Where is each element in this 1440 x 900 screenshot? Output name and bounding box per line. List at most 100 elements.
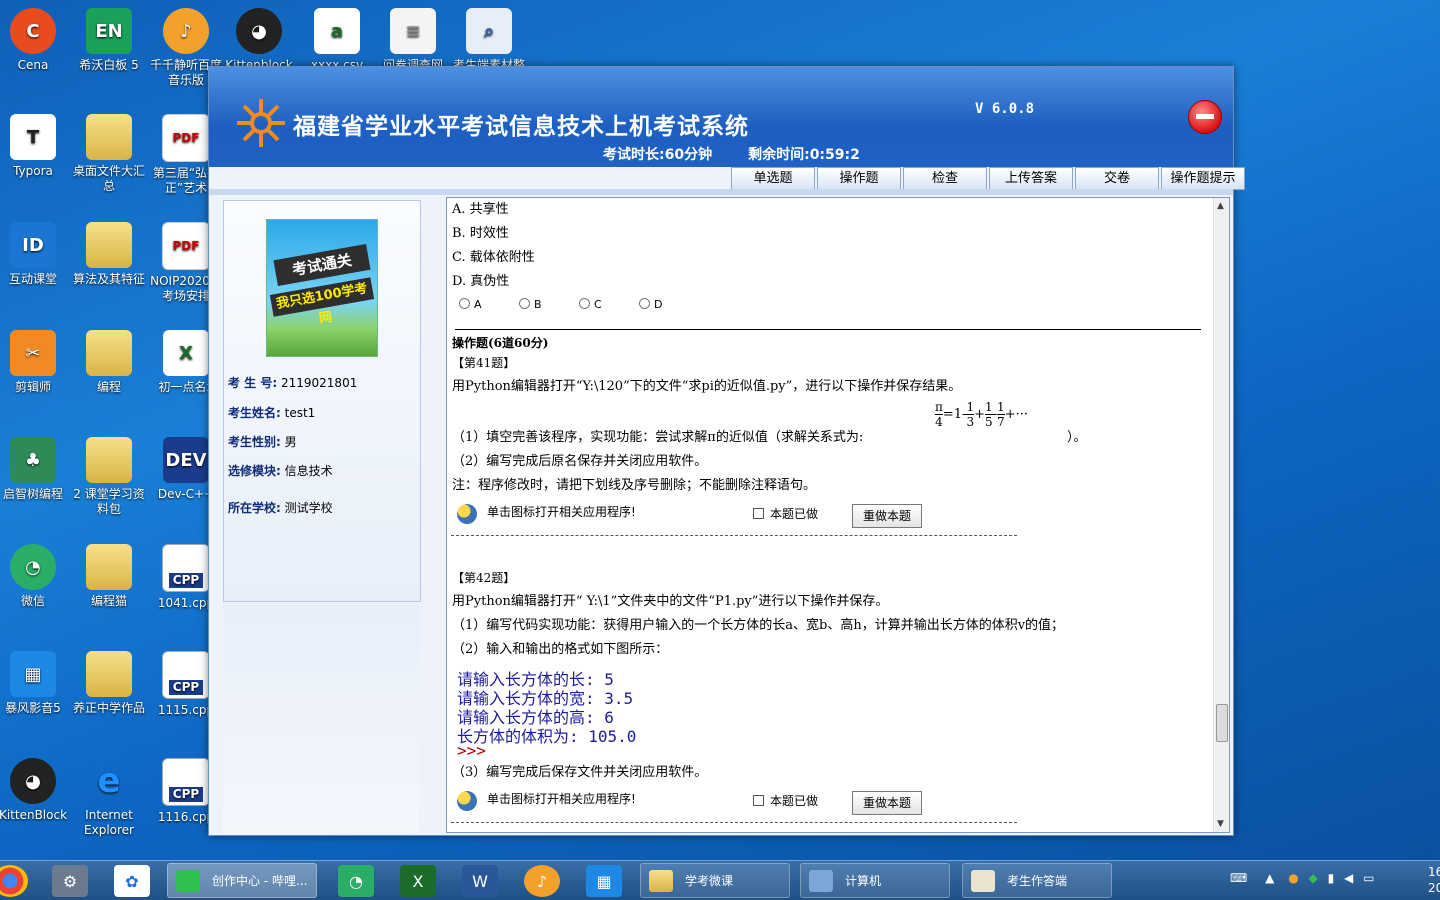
q41-redo-button[interactable]: 重做本题 [852,504,922,528]
desktop-icon-seewo[interactable]: EN 希沃白板 5 [70,8,148,73]
shield-icon[interactable]: ◆ [1309,871,1318,885]
student-id: 考 生 号: 2119021801 [228,376,358,390]
music-icon[interactable]: ♪ [524,865,560,897]
q42-done-checkbox[interactable]: 本题已做 [753,792,818,809]
section-title: 操作题(6道60分) [452,336,549,350]
scroll-up-icon[interactable]: ▲ [1217,201,1224,211]
desktop-icon-csv[interactable]: a xxxx.csv [298,8,376,73]
desktop-icon-editor[interactable]: ✂ 剪辑师 [0,330,72,395]
submit-paper-button[interactable]: 交卷 [1075,167,1159,190]
radio-c[interactable]: C [579,298,602,311]
q41-line2-end: ）。 [1067,430,1087,445]
monitor-icon[interactable]: ▭ [1363,871,1374,885]
q42-divider [451,822,1017,823]
wechat-icon: ◔ [10,544,56,590]
remaining-time: 剩余时间:0:59:2 [748,147,860,163]
exam-window: 福建省学业水平考试信息技术上机考试系统 V 6.0.8 考试时长:60分钟 剩余时… [208,66,1245,836]
q41-line2: （1）填空完善该程序，实现功能：尝试求解π的近似值（求解关系式为: [452,430,864,445]
desktop-icon-programming[interactable]: 编程 [70,330,148,395]
desktop-icon-algorithm[interactable]: 算法及其特征 [70,222,148,287]
desktop-icon-ie[interactable]: e Internet Explorer [70,758,148,838]
tray-app-icon[interactable]: ● [1288,871,1298,885]
task-folder[interactable]: 学考微课 [640,863,790,898]
utility-icon[interactable]: ⚙ [52,865,88,897]
open-app-link[interactable]: 单击图标打开相关应用程序! [487,790,636,807]
folder-icon [86,222,132,268]
q42-line1: 用Python编辑器打开“ Y:\1”文件夹中的文件“P1.py”进行以下操作并… [452,594,889,609]
dev-cpp-icon: DEV [163,437,209,483]
grid-icon: ▦ [10,651,56,697]
q42-redo-button[interactable]: 重做本题 [852,791,922,815]
version-label: V 6.0.8 [975,101,1035,117]
app-icon[interactable]: ✿ [114,865,150,897]
desktop-icon-codemao[interactable]: 编程猫 [70,544,148,609]
desktop-icon-folder-summary[interactable]: 桌面文件大汇总 [70,114,148,194]
exam-timer: 考试时长:60分钟 剩余时间:0:59:2 [603,144,896,164]
seewo-icon: EN [86,8,132,54]
left-panel-lower [223,603,419,833]
radio-d[interactable]: D [639,298,662,311]
desktop-icon-study-pack[interactable]: 2 课堂学习资料包 [70,437,148,517]
duration-label: 考试时长:60分钟 [603,147,713,163]
cena-icon: C [10,8,56,54]
grid-icon[interactable]: ▦ [586,865,622,897]
option-b: B. 时效性 [452,226,509,241]
option-c: C. 载体依附性 [452,250,535,265]
task-bilibili[interactable]: 创作中心 - 哔哩... [167,863,317,898]
q41-heading: 【第41题】 [452,356,516,370]
chrome-icon[interactable] [0,865,28,897]
desktop-icon-kittenblock-top[interactable]: ◕ Kittenblock [220,8,298,73]
exit-button[interactable] [1188,100,1222,134]
desktop-icon-kittenblock[interactable]: ◕ KittenBlock [0,758,72,823]
operation-hint-button[interactable]: 操作题提示 [1161,167,1245,190]
desktop-icon-qizhishu[interactable]: ♣ 启智树编程 [0,437,72,502]
desktop-icon-wechat[interactable]: ◔ 微信 [0,544,72,609]
desktop-icon-interactive-class[interactable]: ID 互动课堂 [0,222,72,287]
promo-badge-image: 考试通关 我只选100学考网 [266,219,378,357]
desktop-icon-survey[interactable]: ≡ 问卷调查网 [374,8,452,73]
q41-line4: 注：程序修改时，请把下划线及序号删除；不能删除注释语句。 [452,478,817,493]
pi-formula: π 4 =1- 1 3 +1 5-1 7 +··· [935,400,1028,429]
search-file-icon: ⌕ [466,8,512,54]
tree-icon: ♣ [10,437,56,483]
q42-line3: （2）输入和输出的格式如下图所示： [452,642,669,657]
clock[interactable]: 16 20 [1428,864,1440,896]
cpp-file-icon: CPP [162,758,210,806]
open-app-link[interactable]: 单击图标打开相关应用程序! [487,503,636,520]
scroll-down-icon[interactable]: ▼ [1217,819,1224,829]
radio-b[interactable]: B [519,298,542,311]
show-hidden-icon[interactable]: ▲ [1265,871,1274,885]
music-icon: ♪ [163,8,209,54]
classroom-icon: ID [10,222,56,268]
desktop-icon-typora[interactable]: T Typora [0,114,72,179]
q41-done-checkbox[interactable]: 本题已做 [753,505,818,522]
volume-icon[interactable]: ◀ [1344,871,1353,885]
excel-icon[interactable]: X [400,865,436,897]
section-divider [455,329,1201,330]
vertical-scrollbar[interactable]: ▲ ▼ [1213,198,1229,832]
upload-answer-button[interactable]: 上传答案 [989,167,1073,190]
console-prompt: >>> [457,741,486,760]
scroll-thumb[interactable] [1216,704,1228,742]
question-area[interactable]: A. 共享性 B. 时效性 C. 载体依附性 D. 真伪性 A B C D 操作… [446,197,1230,833]
folder-icon [649,870,673,892]
pen-icon [971,870,995,892]
python-icon[interactable] [457,504,477,524]
wechat-icon[interactable]: ◔ [338,865,374,897]
python-icon[interactable] [457,791,477,811]
keyboard-icon[interactable]: ⌨ [1230,871,1247,885]
radio-a[interactable]: A [459,298,482,311]
check-button[interactable]: 检查 [903,167,987,190]
task-exam-client[interactable]: 考生作答端 [962,863,1112,898]
single-choice-button[interactable]: 单选题 [731,167,815,190]
network-icon[interactable]: ▮ [1328,871,1335,885]
desktop-icon-yangzheng[interactable]: 养正中学作品 [70,651,148,716]
desktop-icon-baofeng[interactable]: ▦ 暴风影音5 [0,651,72,716]
cpp-file-icon: CPP [162,651,210,699]
desktop-icon-cena[interactable]: C Cena [0,8,72,73]
desktop-icon-material[interactable]: ⌕ 考生端素材整 [450,8,528,73]
word-icon[interactable]: W [462,865,498,897]
task-computer[interactable]: 计算机 [800,863,950,898]
operation-button[interactable]: 操作题 [817,167,901,190]
q41-divider [451,535,1017,536]
